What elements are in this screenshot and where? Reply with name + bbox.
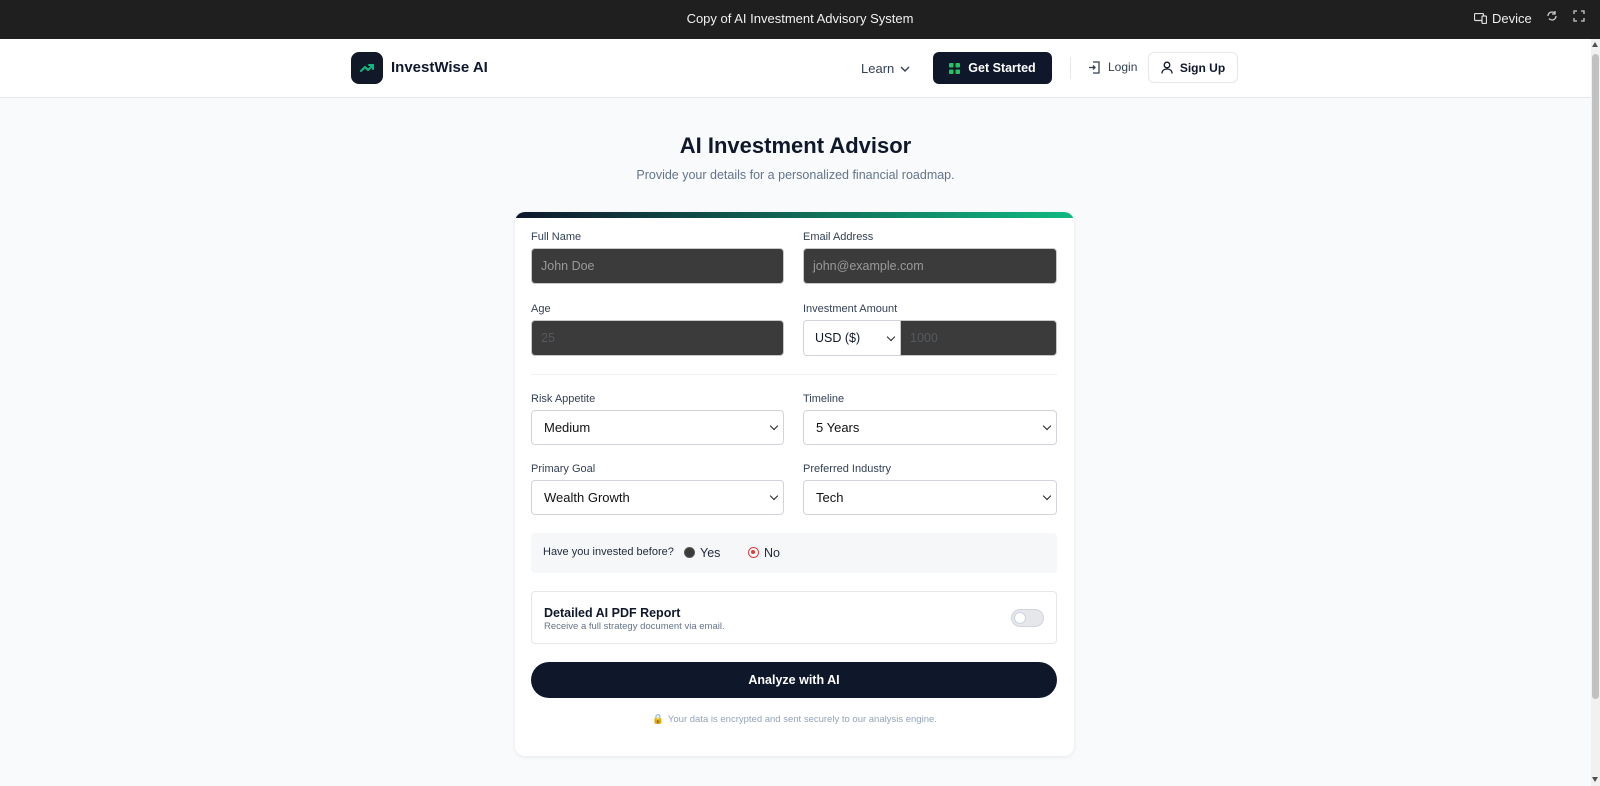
age-input[interactable]: 25	[531, 320, 784, 356]
pdf-report-option: Detailed AI PDF Report Receive a full st…	[531, 591, 1057, 644]
page-title: AI Investment Advisor	[679, 133, 912, 158]
investment-amount-label: Investment Amount	[803, 303, 898, 315]
security-note: 🔒 Your data is encrypted and sent securel…	[515, 714, 1074, 725]
advisor-form-card: Full Name John Doe Email Address john@ex…	[515, 212, 1074, 756]
email-label: Email Address	[803, 231, 874, 243]
invested-no-radio[interactable]	[748, 547, 759, 558]
grid-icon	[949, 62, 961, 74]
preferred-industry-value: Tech	[816, 490, 844, 505]
get-started-button[interactable]: Get Started	[933, 52, 1052, 84]
device-icon	[1474, 13, 1487, 24]
age-label: Age	[531, 303, 551, 315]
nav-divider	[1070, 57, 1071, 79]
full-name-label: Full Name	[531, 231, 582, 243]
currency-value: USD ($)	[815, 331, 861, 345]
lock-icon: 🔒	[652, 714, 664, 725]
analyze-with-ai-button[interactable]: Analyze with AI	[531, 662, 1057, 698]
site-navbar: InvestWise AI Learn Get Started Login Si…	[0, 39, 1591, 98]
invested-yes-label[interactable]: Yes	[700, 546, 720, 560]
section-divider	[531, 374, 1057, 375]
device-button[interactable]: Device	[1474, 11, 1532, 26]
timeline-value: 5 Years	[816, 420, 860, 435]
login-label: Login	[1108, 60, 1138, 74]
sign-up-label: Sign Up	[1179, 60, 1226, 75]
email-input[interactable]: john@example.com	[803, 248, 1057, 284]
pdf-report-toggle[interactable]	[1011, 609, 1044, 627]
timeline-select[interactable]: 5 Years	[803, 410, 1057, 445]
brand-logo[interactable]	[351, 52, 383, 84]
learn-menu[interactable]: Learn	[861, 61, 910, 76]
primary-goal-label: Primary Goal	[531, 463, 596, 475]
window-title: Copy of AI Investment Advisory System	[686, 11, 914, 26]
investment-amount-input[interactable]: 1000	[900, 320, 1057, 356]
risk-appetite-label: Risk Appetite	[531, 393, 596, 405]
trending-up-icon	[360, 64, 374, 72]
page-subtitle: Provide your details for a personalized …	[636, 168, 955, 182]
invested-no-label[interactable]: No	[764, 546, 780, 560]
chevron-down-icon	[769, 491, 779, 501]
toggle-knob	[1014, 612, 1026, 624]
chevron-down-icon	[769, 421, 779, 431]
invested-before-group: Have you invested before? Yes No	[531, 533, 1057, 573]
preferred-industry-label: Preferred Industry	[803, 463, 892, 475]
risk-appetite-select[interactable]: Medium	[531, 410, 784, 445]
page-scrollbar[interactable]	[1591, 39, 1600, 786]
chevron-down-icon	[900, 66, 910, 72]
security-note-text: Your data is encrypted and sent securely…	[667, 714, 937, 725]
full-name-input[interactable]: John Doe	[531, 248, 784, 284]
timeline-label: Timeline	[803, 393, 845, 405]
chevron-down-icon	[1042, 491, 1052, 501]
get-started-label: Get Started	[968, 61, 1036, 75]
login-button[interactable]: Login	[1088, 60, 1137, 74]
login-icon	[1089, 60, 1100, 74]
learn-label: Learn	[861, 61, 895, 76]
fullscreen-icon[interactable]	[1573, 10, 1585, 25]
pdf-report-subtitle: Receive a full strategy document via ema…	[544, 621, 725, 632]
scrollbar-thumb[interactable]	[1592, 54, 1599, 699]
invested-before-question: Have you invested before?	[543, 546, 674, 558]
currency-select[interactable]: USD ($)	[803, 320, 900, 356]
card-accent-bar	[515, 212, 1074, 218]
sign-up-button[interactable]: Sign Up	[1148, 52, 1238, 83]
risk-appetite-value: Medium	[544, 420, 591, 435]
invested-yes-radio[interactable]	[684, 547, 695, 558]
pdf-report-title: Detailed AI PDF Report	[544, 606, 681, 620]
user-icon	[1161, 61, 1173, 74]
chevron-down-icon	[1042, 421, 1052, 431]
primary-goal-value: Wealth Growth	[544, 490, 630, 505]
chevron-down-icon	[886, 332, 896, 342]
scroll-up-arrow[interactable]	[1592, 42, 1598, 47]
scroll-down-arrow[interactable]	[1592, 777, 1598, 782]
brand-name[interactable]: InvestWise AI	[391, 59, 488, 76]
primary-goal-select[interactable]: Wealth Growth	[531, 480, 784, 515]
device-label: Device	[1492, 11, 1532, 26]
window-titlebar: Copy of AI Investment Advisory System De…	[0, 0, 1600, 39]
refresh-icon[interactable]	[1546, 10, 1558, 25]
preferred-industry-select[interactable]: Tech	[803, 480, 1057, 515]
